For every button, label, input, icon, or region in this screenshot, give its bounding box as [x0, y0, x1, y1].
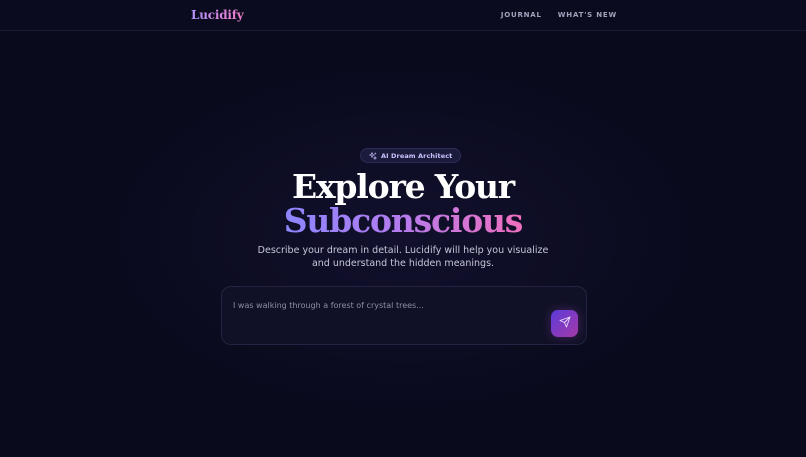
hero-title-gradient-text: Subconscious — [283, 201, 524, 240]
nav-journal-link[interactable]: JOURNAL — [501, 11, 542, 19]
hero-title-line-1: Explore Your — [292, 167, 515, 206]
badge-label: AI Dream Architect — [381, 151, 453, 160]
ai-dream-architect-badge: AI Dream Architect — [360, 148, 462, 163]
page: Lucidify JOURNAL WHAT'S NEW AI Dream Arc… — [0, 0, 806, 457]
hero-subtitle: Describe your dream in detail. Lucidify … — [0, 244, 806, 270]
nav-whats-new-link[interactable]: WHAT'S NEW — [558, 11, 617, 19]
send-button[interactable] — [551, 310, 578, 337]
hero-title-line-2: Subconscious — [0, 204, 806, 237]
hero-subtitle-line-1: Describe your dream in detail. Lucidify … — [257, 245, 549, 256]
dream-composer — [221, 286, 587, 345]
top-navigation-bar: Lucidify JOURNAL WHAT'S NEW — [0, 0, 806, 31]
brand-logo[interactable]: Lucidify — [191, 8, 244, 22]
dream-description-input[interactable] — [233, 298, 543, 312]
hero-subtitle-line-2: and understand the hidden meanings. — [311, 258, 495, 269]
primary-nav: JOURNAL WHAT'S NEW — [501, 11, 617, 19]
send-icon — [559, 316, 571, 331]
sparkles-icon — [369, 151, 377, 160]
